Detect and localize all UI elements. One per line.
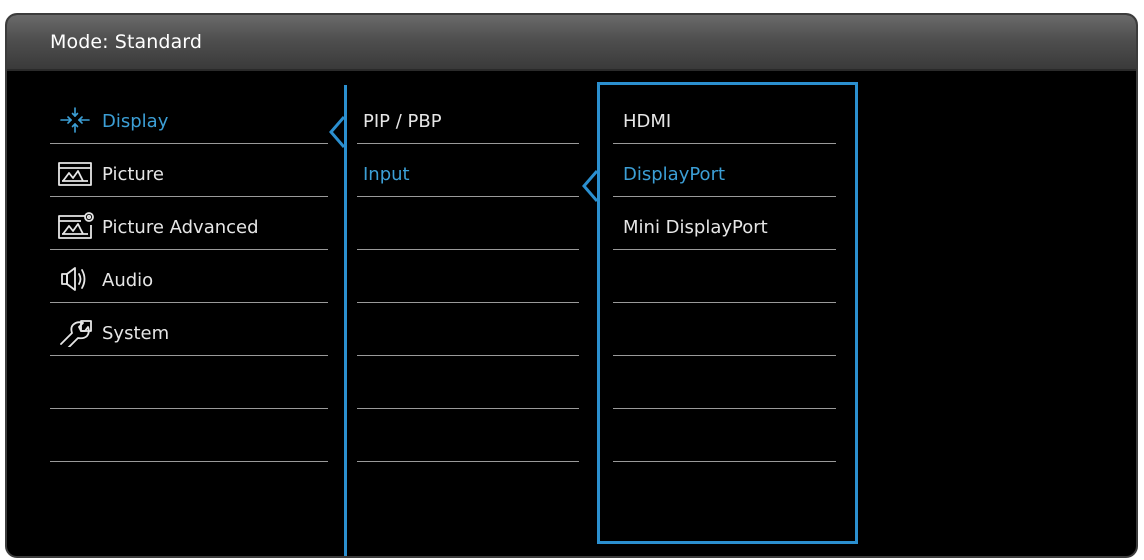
menu-item-picture-advanced[interactable]: Picture Advanced bbox=[50, 197, 328, 250]
option-mini-displayport[interactable]: Mini DisplayPort bbox=[613, 197, 836, 250]
submenu-item-empty bbox=[357, 303, 579, 356]
options-menu: HDMI DisplayPort Mini DisplayPort bbox=[613, 91, 836, 462]
option-hdmi[interactable]: HDMI bbox=[613, 91, 836, 144]
display-icon bbox=[55, 105, 95, 135]
option-label: DisplayPort bbox=[623, 164, 726, 185]
menu-item-empty bbox=[50, 356, 328, 409]
submenu-item-input[interactable]: Input bbox=[357, 144, 579, 197]
osd-menu: Mode: Standard Display Picture Picture A… bbox=[5, 13, 1138, 558]
chevron-left-icon bbox=[329, 116, 346, 152]
menu-item-label: System bbox=[102, 323, 170, 344]
mode-label: Mode: Standard bbox=[50, 31, 203, 53]
audio-icon bbox=[55, 264, 95, 294]
submenu-item-pip-pbp[interactable]: PIP / PBP bbox=[357, 91, 579, 144]
mode-header: Mode: Standard bbox=[7, 15, 1136, 71]
menu-item-display[interactable]: Display bbox=[50, 91, 328, 144]
chevron-left-icon bbox=[582, 170, 599, 206]
menu-item-label: Display bbox=[102, 111, 169, 132]
submenu-item-label: Input bbox=[363, 164, 410, 185]
system-icon bbox=[55, 317, 95, 347]
menu-item-picture[interactable]: Picture bbox=[50, 144, 328, 197]
menu-item-system[interactable]: System bbox=[50, 303, 328, 356]
menu-item-audio[interactable]: Audio bbox=[50, 250, 328, 303]
option-label: Mini DisplayPort bbox=[623, 217, 768, 238]
option-empty bbox=[613, 250, 836, 303]
menu-item-label: Picture Advanced bbox=[102, 217, 259, 238]
menu-divider bbox=[344, 85, 347, 556]
option-empty bbox=[613, 409, 836, 462]
option-empty bbox=[613, 303, 836, 356]
menu-item-label: Picture bbox=[102, 164, 164, 185]
main-menu: Display Picture Picture Advanced Audio S… bbox=[50, 91, 328, 462]
submenu-item-empty bbox=[357, 356, 579, 409]
picture-icon bbox=[55, 158, 95, 188]
submenu-item-empty bbox=[357, 409, 579, 462]
option-label: HDMI bbox=[623, 111, 672, 132]
sub-menu: PIP / PBP Input bbox=[357, 91, 579, 462]
menu-item-empty bbox=[50, 409, 328, 462]
submenu-item-label: PIP / PBP bbox=[363, 111, 442, 132]
option-empty bbox=[613, 356, 836, 409]
picture-advanced-icon bbox=[55, 211, 95, 241]
option-displayport[interactable]: DisplayPort bbox=[613, 144, 836, 197]
menu-item-label: Audio bbox=[102, 270, 154, 291]
submenu-item-empty bbox=[357, 197, 579, 250]
submenu-item-empty bbox=[357, 250, 579, 303]
